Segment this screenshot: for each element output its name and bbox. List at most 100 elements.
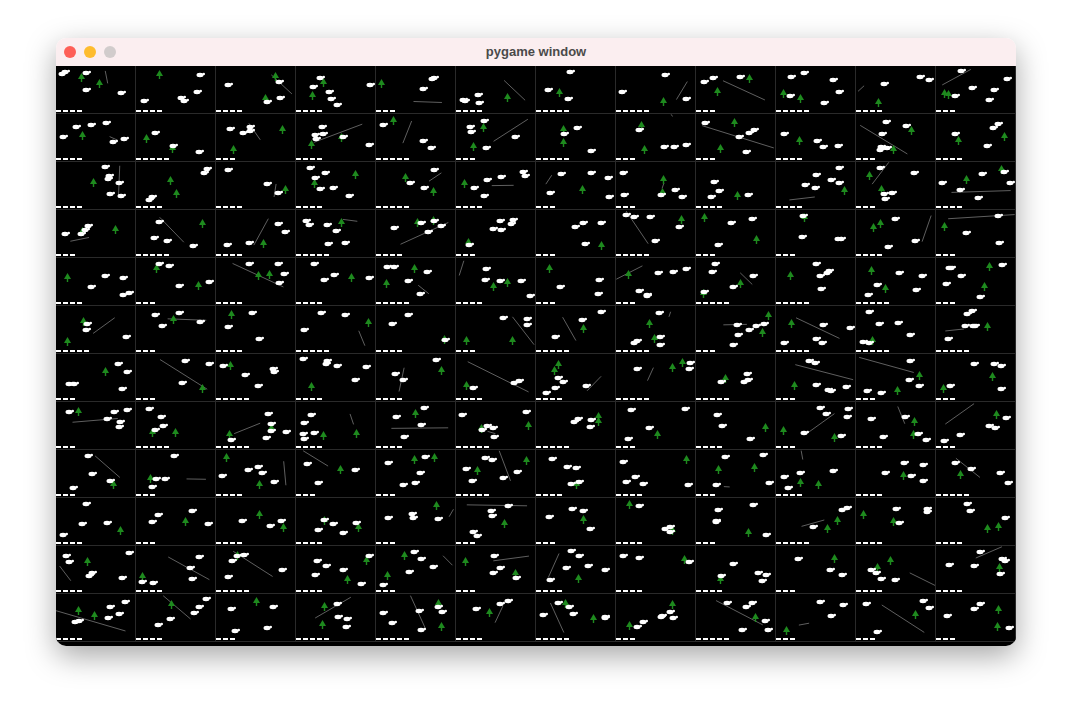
sheep-icon [859,339,868,345]
sheep-icon [970,606,979,612]
status-bar [56,446,75,448]
path-line [216,210,296,258]
zoom-button[interactable] [104,46,116,58]
sheep-icon [522,409,531,415]
path-line [456,546,536,594]
tree-icon [625,270,632,279]
tree-icon [877,219,884,228]
sheep-icon [811,185,820,191]
sim-cell [216,594,296,642]
sheep-icon [175,310,184,316]
path-line [456,498,536,546]
sheep-icon [682,96,691,102]
sheep-icon [563,464,572,470]
sheep-icon [721,454,730,460]
path-line [856,114,936,162]
sheep-icon [62,553,71,559]
sheep-icon [462,466,471,472]
sheep-icon [1001,515,1010,521]
sheep-icon [77,231,86,237]
sheep-icon [489,425,498,431]
status-bar [936,206,962,208]
status-bar [56,302,82,304]
sheep-icon [149,580,158,586]
sheep-icon [241,372,250,378]
tree-icon [156,70,163,79]
status-bar [696,110,715,112]
sim-cell [536,546,616,594]
sheep-icon [906,332,915,338]
tree-icon [796,136,803,145]
sheep-icon [352,520,361,526]
tree-icon [480,123,487,132]
sheep-icon [655,310,664,316]
status-bar [56,110,82,112]
sheep-icon [104,615,113,621]
sheep-icon [735,134,744,140]
sheep-icon [995,240,1004,246]
sheep-icon [743,371,752,377]
close-button[interactable] [64,46,76,58]
sheep-icon [278,567,287,573]
sheep-icon [780,340,789,346]
sheep-icon [263,181,272,187]
sim-cell [216,210,296,258]
sim-cell [856,498,936,546]
sheep-icon [559,379,568,385]
sheep-icon [714,507,723,513]
sheep-icon [569,611,578,617]
tree-icon [831,554,838,563]
sheep-icon [227,606,236,612]
status-bar [296,398,322,400]
tree-icon [866,171,873,180]
status-bar [136,350,155,352]
tree-icon [669,363,676,372]
tree-icon [641,145,648,154]
sheep-icon [846,325,855,331]
sim-cell [616,66,696,114]
sim-cell [456,498,536,546]
status-bar [536,302,555,304]
sim-cell [696,258,776,306]
sheep-icon [416,291,425,297]
sheep-icon [379,582,388,588]
tree-icon [172,428,179,437]
sheep-icon [430,75,439,81]
status-bar [456,542,475,544]
sheep-icon [316,75,325,81]
status-bar [216,110,242,112]
sheep-icon [800,430,809,436]
sheep-icon [75,618,84,624]
sim-cell [456,162,536,210]
sheep-icon [717,573,726,579]
game-canvas[interactable] [56,66,1016,646]
sim-cell [936,114,1016,162]
sim-cell [56,498,136,546]
sheep-icon [834,143,843,149]
path-line [376,594,456,642]
sheep-icon [82,501,91,507]
sheep-icon [223,242,232,248]
sheep-icon [812,336,821,342]
tree-icon [762,423,769,432]
tree-icon [955,136,962,145]
sheep-icon [504,503,513,509]
sim-cell [856,210,936,258]
tree-icon [714,87,721,96]
minimize-button[interactable] [84,46,96,58]
sheep-icon [140,98,149,104]
sim-cell [56,258,136,306]
tree-icon [908,126,915,135]
sheep-icon [120,136,129,142]
sheep-icon [365,275,374,281]
sheep-icon [601,567,610,573]
sim-cell [696,114,776,162]
status-bar [216,350,242,352]
sheep-icon [957,68,966,74]
tree-icon [470,142,477,151]
sheep-icon [205,279,214,285]
sheep-icon [269,604,278,610]
sheep-icon [82,70,91,76]
tree-icon [841,186,848,195]
sim-cell [376,258,456,306]
